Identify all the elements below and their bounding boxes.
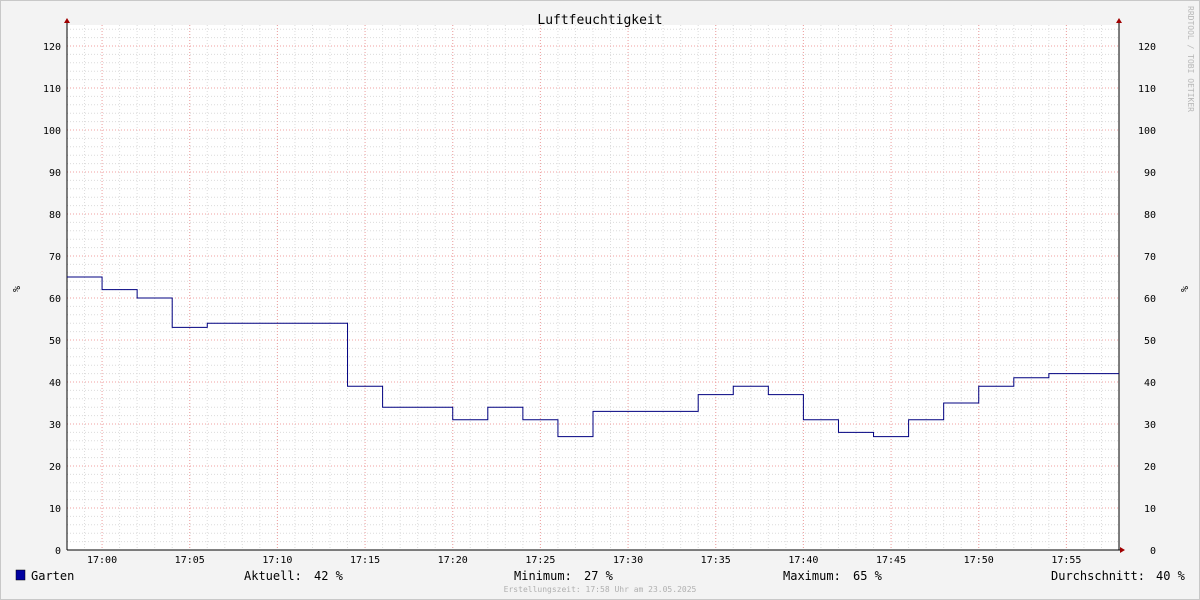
graph-frame: 0 0 10 10 20 20 30 30 40 40 50 50 60 60 70 70 80 80 90 90 10… xyxy=(0,0,1200,600)
x-tick-label: 17:20 xyxy=(438,555,468,566)
y-tick-label-left: 50 xyxy=(49,336,61,347)
legend-avg-value: 40 % xyxy=(1156,569,1186,583)
y-tick-label-right: 30 xyxy=(1144,420,1156,431)
legend-avg-label: Durchschnitt: xyxy=(1051,569,1145,583)
y-tick-label-right: 20 xyxy=(1144,462,1156,473)
x-tick-label: 17:35 xyxy=(701,555,731,566)
legend-min-label: Minimum: xyxy=(514,569,572,583)
legend-current-value: 42 % xyxy=(314,569,344,583)
y-tick-label-left: 70 xyxy=(49,252,61,263)
y-axis-arrow-left xyxy=(64,18,70,23)
y-tick-label-left: 0 xyxy=(55,546,61,557)
legend-min-value: 27 % xyxy=(584,569,614,583)
legend-max-label: Maximum: xyxy=(783,569,841,583)
x-tick-label: 17:00 xyxy=(87,555,117,566)
y-tick-label-left: 30 xyxy=(49,420,61,431)
x-tick-label: 17:40 xyxy=(788,555,818,566)
x-tick-label: 17:30 xyxy=(613,555,643,566)
y-tick-label-right: 0 xyxy=(1150,546,1156,557)
y-tick-label-right: 10 xyxy=(1144,504,1156,515)
x-tick-label: 17:50 xyxy=(964,555,994,566)
y-tick-label-left: 20 xyxy=(49,462,61,473)
x-tick-label: 17:45 xyxy=(876,555,906,566)
y-tick-label-right: 50 xyxy=(1144,336,1156,347)
y-tick-label-right: 70 xyxy=(1144,252,1156,263)
y-tick-label-left: 40 xyxy=(49,378,61,389)
y-tick-label-right: 60 xyxy=(1144,294,1156,305)
x-tick-label: 17:25 xyxy=(525,555,555,566)
y-tick-label-left: 110 xyxy=(43,84,61,95)
y-tick-label-left: 90 xyxy=(49,168,61,179)
footer-timestamp: Erstellungszeit: 17:58 Uhr am 23.05.2025 xyxy=(504,585,697,594)
legend-current-label: Aktuell: xyxy=(244,569,302,583)
y-tick-label-right: 90 xyxy=(1144,168,1156,179)
y-tick-label-left: 10 xyxy=(49,504,61,515)
x-tick-label: 17:05 xyxy=(175,555,205,566)
y-axis-label-right: % xyxy=(1178,286,1189,292)
y-tick-label-right: 110 xyxy=(1138,84,1156,95)
y-tick-label-right: 80 xyxy=(1144,210,1156,221)
x-tick-label: 17:55 xyxy=(1051,555,1081,566)
x-tick-label: 17:10 xyxy=(262,555,292,566)
y-axis-label-left: % xyxy=(10,286,21,292)
y-tick-label-right: 100 xyxy=(1138,126,1156,137)
x-tick-label: 17:15 xyxy=(350,555,380,566)
watermark: RRDTOOL / TOBI OETIKER xyxy=(1186,6,1195,112)
y-tick-label-left: 60 xyxy=(49,294,61,305)
humidity-chart: 0 0 10 10 20 20 30 30 40 40 50 50 60 60 70 70 80 80 90 90 10… xyxy=(10,6,1195,594)
y-axis-arrow-right xyxy=(1116,18,1122,23)
legend-max-value: 65 % xyxy=(853,569,883,583)
legend-swatch-garten xyxy=(15,569,26,581)
y-tick-label-left: 100 xyxy=(43,126,61,137)
legend-series-name: Garten xyxy=(31,569,74,583)
x-axis-arrow xyxy=(1120,547,1125,553)
chart-title: Luftfeuchtigkeit xyxy=(537,13,662,28)
y-tick-label-left: 120 xyxy=(43,42,61,53)
y-tick-label-left: 80 xyxy=(49,210,61,221)
y-tick-label-right: 40 xyxy=(1144,378,1156,389)
y-tick-label-right: 120 xyxy=(1138,42,1156,53)
